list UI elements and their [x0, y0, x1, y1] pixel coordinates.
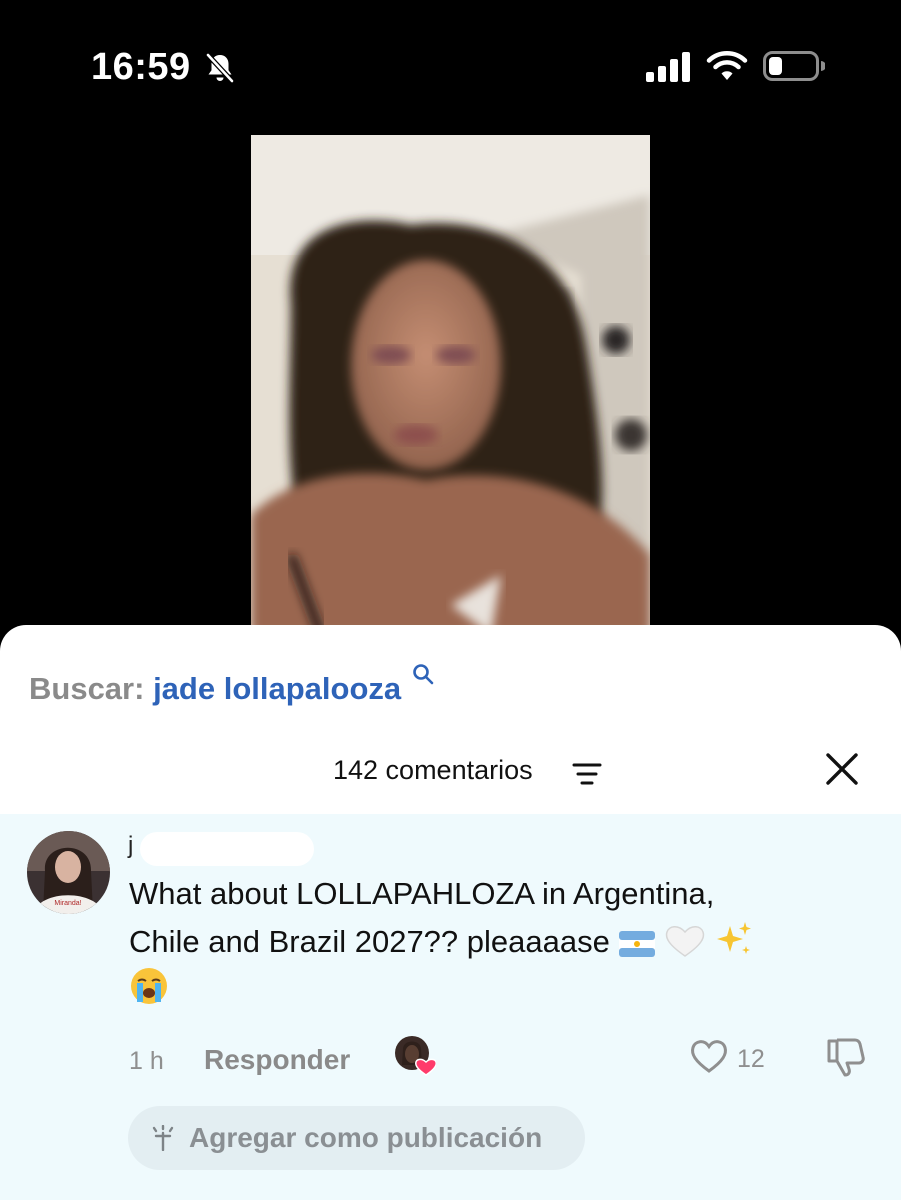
comments-count: 142 comentarios — [333, 755, 533, 785]
cellular-signal-icon — [646, 52, 690, 82]
comment-text-line2: Chile and Brazil 2027?? pleaaaase — [129, 924, 610, 959]
comment-text-line1: What about LOLLAPAHLOZA in Argentina, — [129, 876, 715, 911]
video-preview[interactable] — [251, 135, 650, 635]
username-redaction — [140, 832, 314, 866]
reply-button[interactable]: Responder — [204, 1044, 350, 1076]
comments-sheet: Buscar: jade lollapalooza 142 comentario… — [0, 625, 901, 1200]
search-query-link[interactable]: jade lollapalooza — [153, 671, 401, 706]
comment-username[interactable]: j — [128, 832, 133, 860]
close-icon[interactable] — [823, 750, 861, 788]
search-suggestion[interactable]: Buscar: jade lollapalooza — [29, 663, 434, 707]
avatar[interactable]: Miranda! — [27, 831, 110, 914]
creator-liked-icon — [395, 1036, 436, 1076]
add-post-label: Agregar como publicación — [189, 1122, 543, 1153]
dislike-icon[interactable] — [825, 1035, 867, 1079]
add-post-icon — [152, 1125, 174, 1151]
search-label: Buscar: — [29, 671, 145, 706]
status-time: 16:59 — [91, 46, 191, 88]
like-count: 12 — [737, 1045, 765, 1073]
loudly-crying-face-icon — [131, 968, 167, 1004]
comments-header: 142 comentarios — [0, 743, 901, 795]
status-bar: 16:59 — [0, 0, 901, 135]
bell-muted-icon — [206, 53, 234, 83]
avatar-shirt-text: Miranda! — [54, 900, 81, 907]
search-icon — [412, 664, 434, 685]
comment-item: Miranda! j What about LOLLAPAHLOZA in Ar… — [0, 814, 901, 1200]
add-as-post-button[interactable]: Agregar como publicación — [128, 1106, 585, 1170]
wifi-icon — [706, 51, 748, 80]
heart-like-icon[interactable] — [689, 1037, 729, 1075]
white-heart-icon — [665, 926, 705, 957]
comment-text: What about LOLLAPAHLOZA in Argentina, Ch… — [129, 870, 849, 1014]
comment-timestamp: 1 h — [129, 1047, 164, 1075]
video-frame — [251, 135, 650, 635]
sort-filter-icon[interactable] — [571, 760, 603, 788]
argentina-flag-icon — [619, 931, 656, 957]
battery-low-icon — [763, 51, 825, 81]
sparkles-icon — [716, 922, 751, 954]
comment-meta: 1 h Responder 12 — [0, 1033, 901, 1083]
